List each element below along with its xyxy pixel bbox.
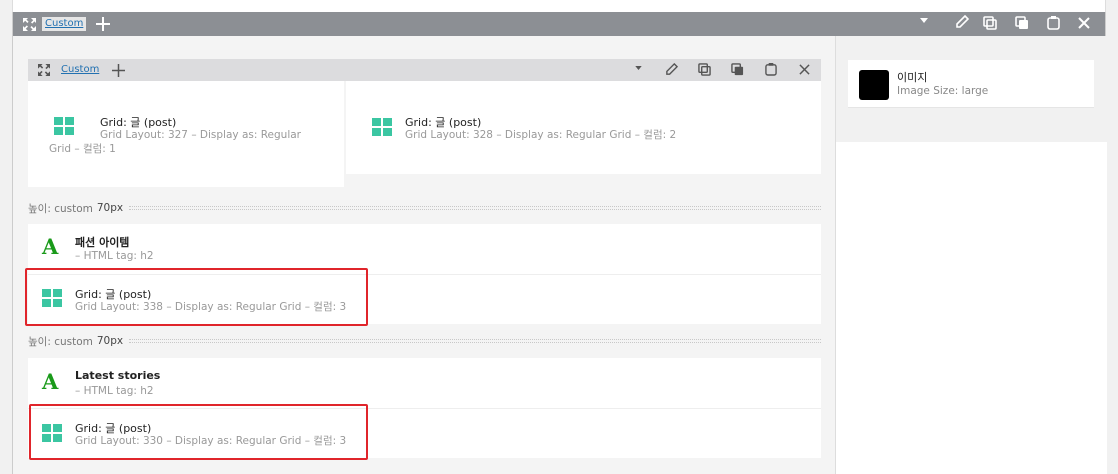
pencil-icon[interactable] (955, 15, 969, 29)
add-column-icon[interactable] (96, 17, 111, 31)
caret-down-icon[interactable] (920, 18, 928, 23)
highlight-box (29, 404, 368, 460)
copy-icon[interactable] (1015, 16, 1029, 30)
spacer-value: 70px (96, 335, 124, 347)
highlight-box (25, 268, 368, 326)
spacer-widget[interactable]: 높이: custom 70px (28, 201, 821, 215)
add-column-icon[interactable] (112, 63, 126, 77)
widget-subtitle: Grid Layout: 327 – Display as: Regular G… (49, 129, 302, 155)
right-column: 이미지 Image Size: large (835, 36, 1108, 474)
outer-row-toolbar: Custom (13, 12, 1105, 36)
duplicate-icon[interactable] (698, 63, 711, 76)
paste-icon[interactable] (1047, 15, 1060, 30)
heading-icon: A (42, 369, 59, 394)
expand-icon[interactable] (38, 64, 50, 76)
heading-icon: A (42, 234, 59, 259)
spacer-divider (129, 206, 821, 210)
spacer-value: 70px (96, 202, 124, 214)
grid-icon (372, 118, 392, 136)
spacer-divider (129, 339, 821, 343)
close-icon[interactable] (1078, 17, 1090, 29)
heading-title[interactable]: Latest stories (75, 369, 160, 382)
grid-widget-card[interactable]: Grid: 글 (post) Grid Layout: 327 – Displa… (28, 81, 344, 187)
caret-down-icon[interactable] (635, 66, 642, 70)
paste-icon[interactable] (765, 62, 777, 76)
duplicate-icon[interactable] (983, 16, 997, 30)
heading-subtitle: – HTML tag: h2 (75, 250, 154, 262)
image-widget-card[interactable]: 이미지 Image Size: large (848, 60, 1094, 108)
top-strip (12, 0, 1106, 12)
heading-title[interactable]: 패션 아이템 (75, 234, 129, 250)
right-column-top: 이미지 Image Size: large (836, 36, 1108, 142)
spacer-label: 높이: custom (28, 202, 93, 215)
image-widget-subtitle: Image Size: large (897, 85, 989, 97)
inner-row-toolbar: Custom (28, 59, 821, 81)
grid-widget-card[interactable]: Grid: 글 (post) Grid Layout: 328 – Displa… (346, 81, 821, 174)
image-widget-title: 이미지 (897, 71, 928, 84)
widget-subtitle: Grid Layout: 328 – Display as: Regular G… (405, 129, 677, 141)
pencil-icon[interactable] (665, 63, 678, 76)
copy-icon[interactable] (731, 63, 744, 76)
image-thumbnail (859, 70, 889, 100)
expand-icon[interactable] (23, 17, 36, 31)
heading-subtitle: – HTML tag: h2 (75, 385, 154, 397)
spacer-widget[interactable]: 높이: custom 70px (28, 334, 821, 348)
tab-custom[interactable]: Custom (58, 63, 102, 77)
close-icon[interactable] (799, 64, 810, 75)
spacer-label: 높이: custom (28, 335, 93, 348)
tab-custom[interactable]: Custom (42, 17, 87, 31)
